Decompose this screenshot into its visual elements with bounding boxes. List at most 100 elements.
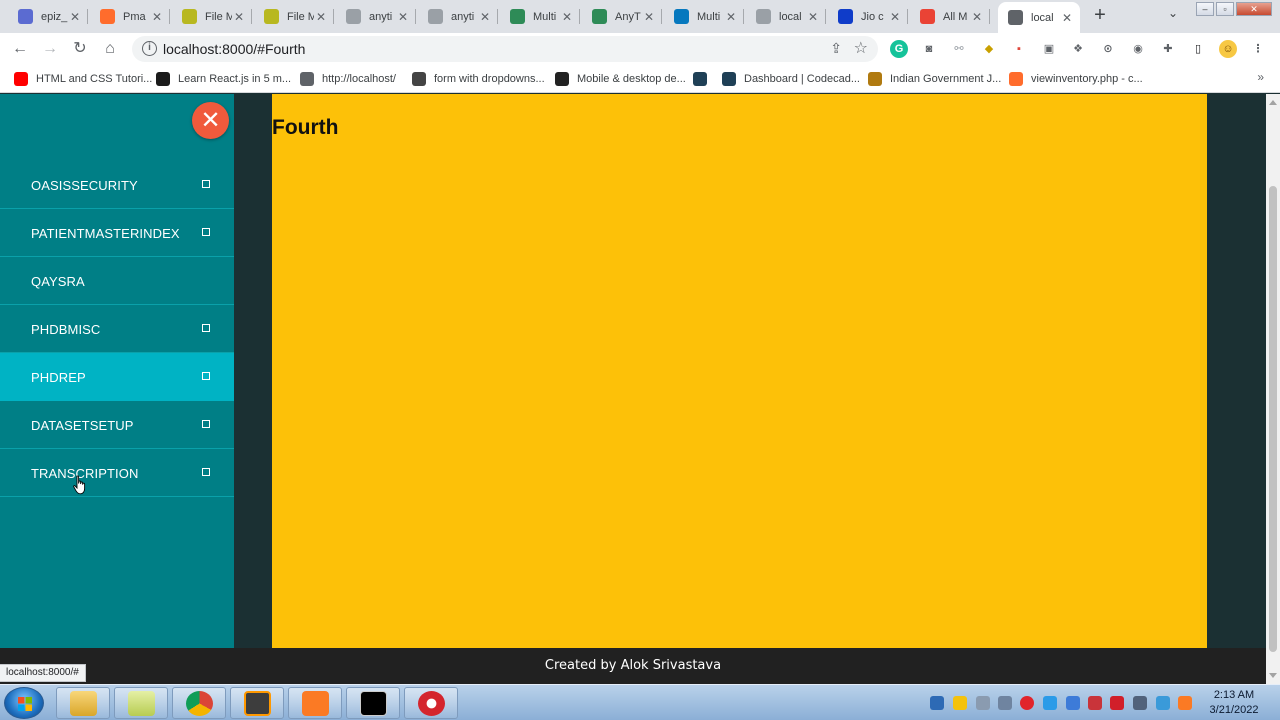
notification-extension-icon[interactable]: ▪ <box>1010 40 1028 58</box>
taskbar-recorder[interactable] <box>404 687 458 719</box>
tray-icon-sync[interactable] <box>1156 696 1170 710</box>
scrollbar-thumb[interactable] <box>1269 186 1277 652</box>
profile-avatar[interactable]: ☺ <box>1219 40 1237 58</box>
bookmark-item-5[interactable] <box>693 71 715 87</box>
extension-badge-icon[interactable]: ◆ <box>980 40 998 58</box>
side-panel-icon[interactable]: ▯ <box>1189 40 1207 58</box>
submenu-toggle-icon[interactable] <box>202 180 210 188</box>
tab-4[interactable]: anyti ✕ <box>336 3 416 30</box>
taskbar-notes[interactable] <box>114 687 168 719</box>
tab-close-icon[interactable]: ✕ <box>150 10 164 24</box>
submenu-toggle-icon[interactable] <box>202 372 210 380</box>
tab-5[interactable]: anyti ✕ <box>418 3 498 30</box>
site-info-icon[interactable]: i <box>142 41 157 56</box>
sidebar-item-oasissecurity[interactable]: OASISSECURITY <box>0 161 234 209</box>
bookmark-item-0[interactable]: HTML and CSS Tutori... <box>14 71 152 87</box>
tab-close-icon[interactable]: ✕ <box>806 10 820 24</box>
back-icon[interactable]: ← <box>10 39 30 59</box>
window-close-button[interactable]: ✕ <box>1236 2 1272 16</box>
tab-close-icon[interactable]: ✕ <box>642 10 656 24</box>
tab-3[interactable]: File M ✕ <box>254 3 334 30</box>
tab-close-icon[interactable]: ✕ <box>314 10 328 24</box>
address-bar[interactable]: i localhost:8000/#Fourth ⇪ ☆ <box>132 36 878 62</box>
speaker-icon[interactable] <box>998 696 1012 710</box>
tray-icon-network[interactable] <box>930 696 944 710</box>
bookmark-star-icon[interactable]: ☆ <box>854 38 868 58</box>
restore-button[interactable]: ▫ <box>1216 2 1234 16</box>
sidebar-item-datasetsetup[interactable]: DATASETSETUP <box>0 401 234 449</box>
bookmark-item-3[interactable]: form with dropdowns... <box>412 71 545 87</box>
tab-close-icon[interactable]: ✕ <box>1060 11 1074 25</box>
tab-close-icon[interactable]: ✕ <box>724 10 738 24</box>
sidebar-item-patientmasterindex[interactable]: PATIENTMASTERINDEX <box>0 209 234 257</box>
tab-12[interactable]: local ✕ <box>998 2 1080 33</box>
tab-close-icon[interactable]: ✕ <box>232 10 246 24</box>
submenu-toggle-icon[interactable] <box>202 420 210 428</box>
minimize-button[interactable]: – <box>1196 2 1214 16</box>
signal-icon[interactable] <box>1133 696 1147 710</box>
tray-icon-battery[interactable] <box>976 696 990 710</box>
forward-icon[interactable]: → <box>40 39 60 59</box>
tray-icon-updates[interactable] <box>1066 696 1080 710</box>
sidebar-item-qaysra[interactable]: QAYSRA <box>0 257 234 305</box>
system-clock[interactable]: 2:13 AM 3/21/2022 <box>1204 688 1264 718</box>
tab-close-icon[interactable]: ✕ <box>560 10 574 24</box>
sidebar-close-button[interactable]: ✕ <box>192 102 229 139</box>
taskbar-explorer[interactable] <box>56 687 110 719</box>
extensions-puzzle-icon[interactable]: ✚ <box>1159 40 1177 58</box>
tab-close-icon[interactable]: ✕ <box>888 10 902 24</box>
taskbar-chrome[interactable] <box>172 687 226 719</box>
sidebar-item-phdrep[interactable]: PHDREP <box>0 353 234 401</box>
link-icon[interactable]: ⚯ <box>950 40 968 58</box>
share-icon[interactable]: ⇪ <box>830 40 842 57</box>
tab-close-icon[interactable]: ✕ <box>478 10 492 24</box>
bookmark-item-1[interactable]: Learn React.js in 5 m... <box>156 71 291 87</box>
vertical-scrollbar[interactable] <box>1266 94 1280 684</box>
address-url[interactable]: localhost:8000/#Fourth <box>163 41 305 57</box>
tab-search-icon[interactable]: ⌄ <box>1163 6 1183 26</box>
scroll-down-icon[interactable] <box>1269 673 1277 678</box>
dropbox-icon[interactable]: ❖ <box>1069 40 1087 58</box>
tab-10[interactable]: Jio c ✕ <box>828 3 908 30</box>
dev-tools-icon[interactable]: ⊙ <box>1099 40 1117 58</box>
tab-close-icon[interactable]: ✕ <box>970 10 984 24</box>
tab-6[interactable]: Multi ✕ <box>500 3 580 30</box>
tab-8[interactable]: Multi ✕ <box>664 3 744 30</box>
bookmark-item-8[interactable]: viewinventory.php - c... <box>1009 71 1143 87</box>
taskbar-xampp[interactable] <box>288 687 342 719</box>
new-tab-button[interactable]: + <box>1087 4 1113 28</box>
tracker-icon[interactable]: ◉ <box>1129 40 1147 58</box>
capture-icon[interactable]: ▣ <box>1040 40 1058 58</box>
tab-1[interactable]: Pma ✕ <box>90 3 170 30</box>
tab-7[interactable]: AnyT ✕ <box>582 3 662 30</box>
taskbar-sublime[interactable] <box>230 687 284 719</box>
tray-icon-record[interactable] <box>1020 696 1034 710</box>
tab-2[interactable]: File M ✕ <box>172 3 252 30</box>
tray-icon-antivirus[interactable] <box>1110 696 1124 710</box>
tray-icon-norton[interactable] <box>953 696 967 710</box>
grammarly-icon[interactable]: G <box>890 40 908 58</box>
reload-icon[interactable]: ↻ <box>70 39 90 59</box>
tray-icon-xampp[interactable] <box>1178 696 1192 710</box>
tab-close-icon[interactable]: ✕ <box>396 10 410 24</box>
start-button[interactable] <box>4 687 44 719</box>
tray-icon-telegram[interactable] <box>1043 696 1057 710</box>
tab-0[interactable]: epiz_ ✕ <box>8 3 88 30</box>
bookmark-item-7[interactable]: Indian Government J... <box>868 71 1001 87</box>
more-bookmarks-icon[interactable]: » <box>1257 70 1264 84</box>
bookmark-item-6[interactable]: Dashboard | Codecad... <box>722 71 860 87</box>
tray-icon-flag[interactable] <box>1088 696 1102 710</box>
tab-11[interactable]: All M ✕ <box>910 3 990 30</box>
tab-close-icon[interactable]: ✕ <box>68 10 82 24</box>
camera-icon[interactable]: ◙ <box>920 40 938 58</box>
taskbar-terminal[interactable] <box>346 687 400 719</box>
menu-kebab-icon[interactable]: ⋮ <box>1249 40 1267 58</box>
scroll-up-icon[interactable] <box>1269 100 1277 105</box>
sidebar-item-phdbmisc[interactable]: PHDBMISC <box>0 305 234 353</box>
bookmark-item-2[interactable]: http://localhost/ <box>300 71 396 87</box>
home-icon[interactable]: ⌂ <box>100 39 120 59</box>
submenu-toggle-icon[interactable] <box>202 324 210 332</box>
submenu-toggle-icon[interactable] <box>202 468 210 476</box>
tab-9[interactable]: local ✕ <box>746 3 826 30</box>
bookmark-item-4[interactable]: Mobile & desktop de... <box>555 71 686 87</box>
